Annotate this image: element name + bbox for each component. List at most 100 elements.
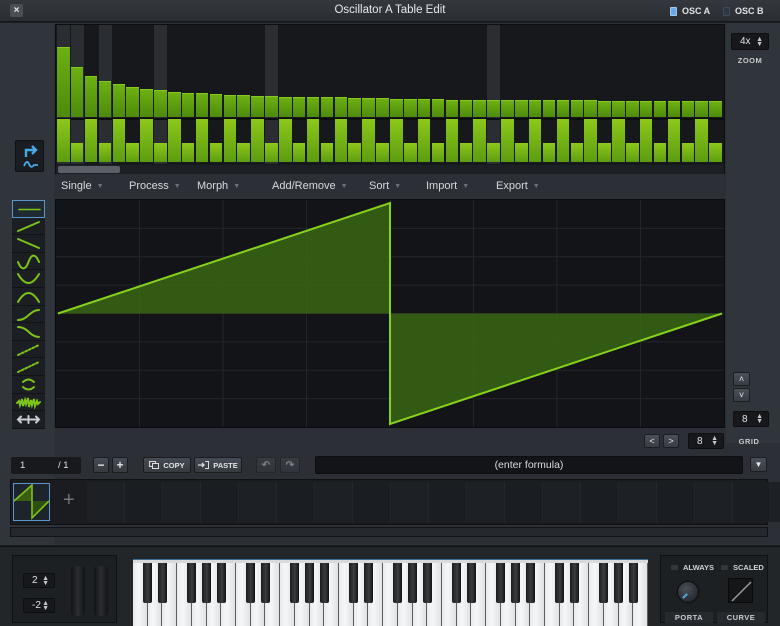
menu-export[interactable]: Export ▼ bbox=[496, 180, 540, 192]
empty-frame-slot[interactable] bbox=[315, 482, 353, 522]
shape-button-concave-down[interactable] bbox=[12, 288, 45, 306]
harmonic-phase-bar[interactable] bbox=[223, 119, 237, 162]
harmonic-amplitude-bar[interactable] bbox=[445, 99, 459, 117]
prev-button[interactable]: < bbox=[644, 434, 660, 448]
shape-button-noise[interactable] bbox=[12, 393, 45, 412]
harmonic-amplitude-bar[interactable] bbox=[251, 96, 264, 117]
harmonic-phase-bar[interactable] bbox=[84, 119, 98, 162]
harmonic-amplitude-bar[interactable] bbox=[348, 98, 361, 117]
harmonic-amplitude-bar[interactable] bbox=[431, 98, 445, 117]
shape-button-sine[interactable] bbox=[12, 252, 45, 271]
harmonic-amplitude-bar[interactable] bbox=[223, 94, 237, 117]
harmonic-amplitude-bar[interactable] bbox=[154, 90, 167, 117]
empty-frame-slot[interactable] bbox=[163, 482, 201, 522]
empty-frame-slot[interactable] bbox=[543, 482, 581, 522]
black-key[interactable] bbox=[511, 563, 521, 603]
harmonic-phase-bar[interactable] bbox=[570, 143, 584, 162]
harmonic-phase-bar[interactable] bbox=[556, 119, 570, 162]
black-key[interactable] bbox=[187, 563, 197, 603]
pitch-wheel[interactable] bbox=[71, 566, 85, 616]
harmonic-amplitude-bar[interactable] bbox=[473, 99, 486, 117]
empty-frame-slot[interactable] bbox=[733, 482, 771, 522]
harmonic-amplitude-bar[interactable] bbox=[126, 86, 139, 117]
black-key[interactable] bbox=[408, 563, 418, 603]
empty-frame-slot[interactable] bbox=[239, 482, 277, 522]
black-key[interactable] bbox=[466, 563, 476, 603]
harmonic-editor[interactable] bbox=[55, 24, 725, 174]
harmonic-amplitude-bar[interactable] bbox=[195, 93, 209, 117]
harmonic-phase-bar[interactable] bbox=[195, 119, 209, 162]
empty-frame-slot[interactable] bbox=[353, 482, 391, 522]
shape-button-ramp-up[interactable] bbox=[12, 217, 45, 236]
add-frame-plus-icon[interactable]: + bbox=[63, 489, 75, 512]
harmonic-amplitude-bar[interactable] bbox=[237, 95, 250, 117]
harmonic-amplitude-bar[interactable] bbox=[140, 89, 153, 117]
menu-sort[interactable]: Sort ▼ bbox=[369, 180, 401, 192]
menu-single[interactable]: Single ▼ bbox=[61, 180, 104, 192]
black-key[interactable] bbox=[216, 563, 226, 603]
black-key[interactable] bbox=[628, 563, 638, 603]
harmonic-phase-bar[interactable] bbox=[528, 119, 542, 162]
harmonic-phase-bar[interactable] bbox=[487, 143, 500, 162]
porta-knob[interactable] bbox=[677, 581, 699, 603]
next-button[interactable]: > bbox=[663, 434, 679, 448]
shape-button-pinch[interactable] bbox=[12, 376, 45, 394]
harmonic-phase-bar[interactable] bbox=[695, 119, 708, 162]
frame-thumbnail-1[interactable] bbox=[13, 483, 50, 521]
pitch-up-spinner[interactable]: 2 ▲ ▼ bbox=[23, 573, 55, 588]
harmonic-amplitude-bar[interactable] bbox=[334, 97, 348, 117]
harmonic-phase-bar[interactable] bbox=[653, 143, 667, 162]
harmonic-phase-bar[interactable] bbox=[626, 143, 639, 162]
add-frame-button[interactable]: + bbox=[112, 457, 128, 473]
harmonic-phase-bar[interactable] bbox=[667, 119, 681, 162]
black-key[interactable] bbox=[496, 563, 506, 603]
harmonic-phase-bar[interactable] bbox=[542, 143, 556, 162]
waveform-svg[interactable] bbox=[56, 200, 724, 427]
empty-frame-slot[interactable] bbox=[87, 482, 125, 522]
frames-scrollbar[interactable] bbox=[10, 527, 768, 537]
empty-frame-slot[interactable] bbox=[581, 482, 619, 522]
empty-frame-slot[interactable] bbox=[657, 482, 695, 522]
shape-button-flat-line[interactable] bbox=[12, 200, 45, 218]
shape-button-ramp-down[interactable] bbox=[12, 235, 45, 253]
harmonic-phase-bar[interactable] bbox=[362, 119, 375, 162]
harmonic-amplitude-bar[interactable] bbox=[404, 98, 417, 117]
harmonic-amplitude-bar[interactable] bbox=[181, 92, 195, 117]
harmonic-phase-bar[interactable] bbox=[306, 119, 320, 162]
harmonic-amplitude-bar[interactable] bbox=[612, 100, 625, 117]
mode-toggle-button[interactable] bbox=[15, 140, 44, 172]
harmonic-amplitude-bar[interactable] bbox=[265, 96, 278, 117]
harmonic-amplitude-bar[interactable] bbox=[279, 96, 292, 117]
shape-button-steps-up-fine[interactable] bbox=[12, 340, 45, 359]
harmonic-phase-bar[interactable] bbox=[459, 143, 473, 162]
black-key[interactable] bbox=[319, 563, 329, 603]
black-key[interactable] bbox=[349, 563, 359, 603]
empty-frame-slot[interactable] bbox=[125, 482, 163, 522]
harmonic-amplitude-bar[interactable] bbox=[639, 100, 653, 117]
harmonic-amplitude-bar[interactable] bbox=[168, 91, 181, 117]
black-key[interactable] bbox=[260, 563, 270, 603]
harmonic-phase-bar[interactable] bbox=[417, 119, 431, 162]
menu-process[interactable]: Process ▼ bbox=[129, 180, 181, 192]
harmonic-phase-bar[interactable] bbox=[140, 119, 153, 162]
piano-keyboard[interactable] bbox=[133, 560, 648, 626]
black-key[interactable] bbox=[599, 563, 609, 603]
harmonic-amplitude-bar[interactable] bbox=[57, 47, 70, 117]
harmonic-amplitude-bar[interactable] bbox=[459, 99, 473, 117]
empty-frame-slot[interactable] bbox=[771, 482, 780, 522]
harmonic-phase-bar[interactable] bbox=[598, 143, 611, 162]
harmonic-amplitude-bar[interactable] bbox=[487, 99, 500, 117]
harmonic-amplitude-bar[interactable] bbox=[320, 97, 334, 117]
harmonic-phase-bar[interactable] bbox=[209, 143, 223, 162]
harmonic-phase-bar[interactable] bbox=[376, 143, 389, 162]
empty-frame-slot[interactable] bbox=[201, 482, 239, 522]
undo-button[interactable]: ↶ bbox=[256, 457, 276, 473]
harmonic-amplitude-bar[interactable] bbox=[626, 100, 639, 117]
harmonic-phase-bar[interactable] bbox=[57, 119, 70, 162]
harmonic-phase-bar[interactable] bbox=[501, 119, 514, 162]
harmonic-amplitude-bar[interactable] bbox=[98, 80, 112, 117]
shape-button-concave-up[interactable] bbox=[12, 270, 45, 288]
black-key[interactable] bbox=[569, 563, 579, 603]
black-key[interactable] bbox=[143, 563, 153, 603]
shift-down-button[interactable]: ˅ bbox=[733, 388, 750, 402]
